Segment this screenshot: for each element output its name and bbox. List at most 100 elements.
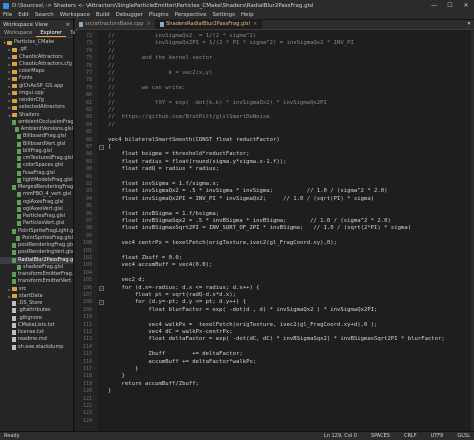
- code-line[interactable]: 76 //: [86, 63, 474, 70]
- close-button[interactable]: ✕: [458, 2, 474, 9]
- menu-help[interactable]: Help: [241, 12, 254, 18]
- code-line[interactable]: 94 float invSigmaQx2PI = INV_PI * invSig…: [86, 196, 474, 203]
- code-line[interactable]: 107 float pt = sqrt(radQ-d.x*d.x);: [83, 292, 474, 299]
- tree-file[interactable]: blitFrag.glsl: [0, 148, 73, 155]
- menu-edit[interactable]: Edit: [18, 12, 29, 18]
- code-line[interactable]: 105 vec2 d;: [83, 277, 474, 284]
- tree-file[interactable]: colorSpaces.glsl: [0, 162, 73, 169]
- menu-settings[interactable]: Settings: [212, 12, 235, 18]
- code-line[interactable]: 110: [83, 314, 474, 321]
- editor-tab-radialblur[interactable]: ShadersRadialBlur2PassFrag.glsl ×: [155, 19, 263, 29]
- code-line[interactable]: 85: [86, 129, 474, 136]
- tree-file[interactable]: ambientOcclusionFrag.glsl: [0, 119, 73, 126]
- tree-file[interactable]: transformEmitterFrag.gl: [0, 271, 73, 278]
- code-line[interactable]: 74 //: [86, 48, 474, 55]
- code-line[interactable]: 88 float bsigma = threshold*reductFactor…: [86, 151, 474, 158]
- code-line[interactable]: 113 float deltaFactor = exp( -dot(dC, dC…: [83, 336, 474, 343]
- code-line[interactable]: 77 // k = vec2(x,y): [86, 70, 474, 77]
- code-line[interactable]: 90 float radQ = radius * radius;: [86, 166, 474, 173]
- code-line[interactable]: 78 //: [86, 77, 474, 84]
- code-line[interactable]: 109 float blurFactor = exp( -dot(d , d) …: [83, 307, 474, 314]
- code-line[interactable]: 106 − for (d.x=-radius; d.x <= radius; d.…: [83, 285, 474, 292]
- tree-file[interactable]: ParticlesVert.glsl: [0, 220, 73, 227]
- tree-file[interactable]: license.txt: [0, 329, 73, 336]
- tree-file[interactable]: RadialBlur2PassFrag.glsl: [0, 256, 73, 264]
- code-line[interactable]: 79 // we can write:: [86, 85, 474, 92]
- minimize-button[interactable]: —: [426, 2, 442, 9]
- code-line[interactable]: 95: [86, 203, 474, 210]
- code-line[interactable]: 75 // and the kernel vector: [86, 55, 474, 62]
- code-line[interactable]: 89 float radius = float(round(sigma.y*si…: [86, 159, 474, 166]
- code-line[interactable]: 117 }: [83, 366, 474, 373]
- code-line[interactable]: 115 Zbuff += deltaFactor;: [83, 351, 474, 358]
- editor-tab-attractorsbase[interactable]: src/attractorsBase.cpp ×: [75, 19, 156, 29]
- tree-folder[interactable]: ▸ colorMaps: [0, 68, 73, 75]
- menu-build[interactable]: Build: [96, 12, 110, 18]
- indent-mode[interactable]: SPACES: [371, 433, 390, 439]
- code-line[interactable]: 104: [83, 270, 474, 277]
- menu-workspace[interactable]: Workspace: [60, 12, 90, 18]
- code-line[interactable]: 98 float invBSigmaxSqrt2PI = INV_SQRT_OF…: [86, 225, 474, 232]
- code-line[interactable]: 87 −{: [86, 144, 474, 151]
- tree-folder[interactable]: ▸ Fonts: [0, 75, 73, 82]
- code-line[interactable]: 99: [86, 233, 474, 240]
- code-line[interactable]: 93 float invSigmaQx2 = .5 * invSigma * i…: [86, 188, 474, 195]
- code-line[interactable]: 120}: [83, 388, 474, 395]
- tree-file[interactable]: PointSpritesFrag.glsl: [0, 235, 73, 242]
- code-line[interactable]: 80 //: [86, 92, 474, 99]
- tree-file[interactable]: transformEmitterVert.gl: [0, 278, 73, 285]
- tree-file[interactable]: PointSpriteFragLight.glsl: [0, 228, 73, 235]
- fold-toggle-icon[interactable]: −: [99, 145, 104, 150]
- tab-close-icon[interactable]: ×: [253, 19, 257, 29]
- code-editor[interactable]: 72 // invSigmaQx2 = 1/(2 * sigma^2) 73 // i…: [75, 31, 474, 431]
- maximize-button[interactable]: ☐: [442, 2, 458, 9]
- code-line[interactable]: 122: [83, 403, 474, 410]
- tab-explorer[interactable]: Explorer: [36, 29, 66, 37]
- tab-workspace[interactable]: Workspace: [0, 29, 36, 37]
- menu-search[interactable]: Search: [35, 12, 54, 18]
- code-line[interactable]: 91: [86, 174, 474, 181]
- code-line[interactable]: 81 // fXY = exp( -dot(k,k) * invSigmaQx2)…: [86, 100, 474, 107]
- tree-folder[interactable]: ▾ Shaders: [0, 112, 73, 119]
- tree-file[interactable]: lightModelsFrag.glsl: [0, 177, 73, 184]
- language-mode[interactable]: GLSL: [457, 433, 470, 439]
- code-line[interactable]: 86 vec4 bilateralSmartSmooth(CONST float …: [86, 137, 474, 144]
- fold-toggle-icon[interactable]: −: [99, 285, 104, 291]
- cursor-position[interactable]: Ln 129, Col 0: [324, 433, 357, 439]
- code-line[interactable]: 121: [83, 396, 474, 403]
- code-line[interactable]: 119 return accumBuff/Zbuff;: [83, 381, 474, 388]
- tab-close-icon[interactable]: ×: [147, 19, 151, 29]
- code-line[interactable]: 84 //: [86, 122, 474, 129]
- tab-list-dropdown-icon[interactable]: ▾: [464, 19, 474, 29]
- menu-file[interactable]: File: [3, 12, 12, 18]
- file-encoding[interactable]: UTF8: [431, 433, 444, 439]
- tree-folder[interactable]: ▸ selectedAttractors: [0, 104, 73, 111]
- code-line[interactable]: 108 − for (d.y=-pt; d.y <= pt; d.y++) {: [83, 299, 474, 306]
- fold-toggle-icon[interactable]: −: [99, 300, 104, 306]
- code-line[interactable]: 123: [83, 410, 474, 417]
- code-line[interactable]: 114: [83, 344, 474, 351]
- code-line[interactable]: 72 // invSigmaQx2 = 1/(2 * sigma^2): [86, 33, 474, 40]
- tree-file[interactable]: .gitignore: [0, 315, 73, 322]
- tree-folder[interactable]: ▸ renderCfg: [0, 97, 73, 104]
- code-line[interactable]: 102 float Zbuff = 0.0;: [83, 255, 474, 262]
- code-line[interactable]: 124: [83, 418, 474, 425]
- tree-folder[interactable]: ▸ startData: [0, 293, 73, 300]
- line-ending[interactable]: CRLF: [404, 433, 417, 439]
- code-line[interactable]: 116 accumBuff += deltaFactor*walkPx;: [83, 359, 474, 366]
- code-line[interactable]: 97 float invBSigmaSqx2 = .5 * invBSigma …: [86, 218, 474, 225]
- tree-folder[interactable]: ▸ .git: [0, 46, 73, 53]
- code-line[interactable]: 103 vec4 accumBuff = vec4(0.0);: [83, 262, 474, 269]
- tree-folder[interactable]: ▸ ChaoticAttractors.cfg: [0, 61, 73, 68]
- tree-file[interactable]: cmTexturedFrag.glsl: [0, 155, 73, 162]
- tree-file[interactable]: MergedRenderingFrag.gl: [0, 184, 73, 191]
- menu-debugger[interactable]: Debugger: [116, 12, 143, 18]
- code-line[interactable]: 118 }: [83, 373, 474, 380]
- menu-perspective[interactable]: Perspective: [175, 12, 207, 18]
- code-line[interactable]: 100 vec4 centrPx = texelFetch(origTextur…: [83, 240, 474, 247]
- tree-file[interactable]: postRenderingFrag.glsl: [0, 242, 73, 249]
- code-line[interactable]: 73 // invSigmaQx2PI = 1/(2 * PI * sigma^2…: [86, 40, 474, 47]
- tree-file[interactable]: readme.md: [0, 336, 73, 343]
- tree-folder[interactable]: ▾ Particles_CMake: [0, 39, 73, 46]
- code-line[interactable]: 112 vec4 dC = walkPx-centrPx;: [83, 329, 474, 336]
